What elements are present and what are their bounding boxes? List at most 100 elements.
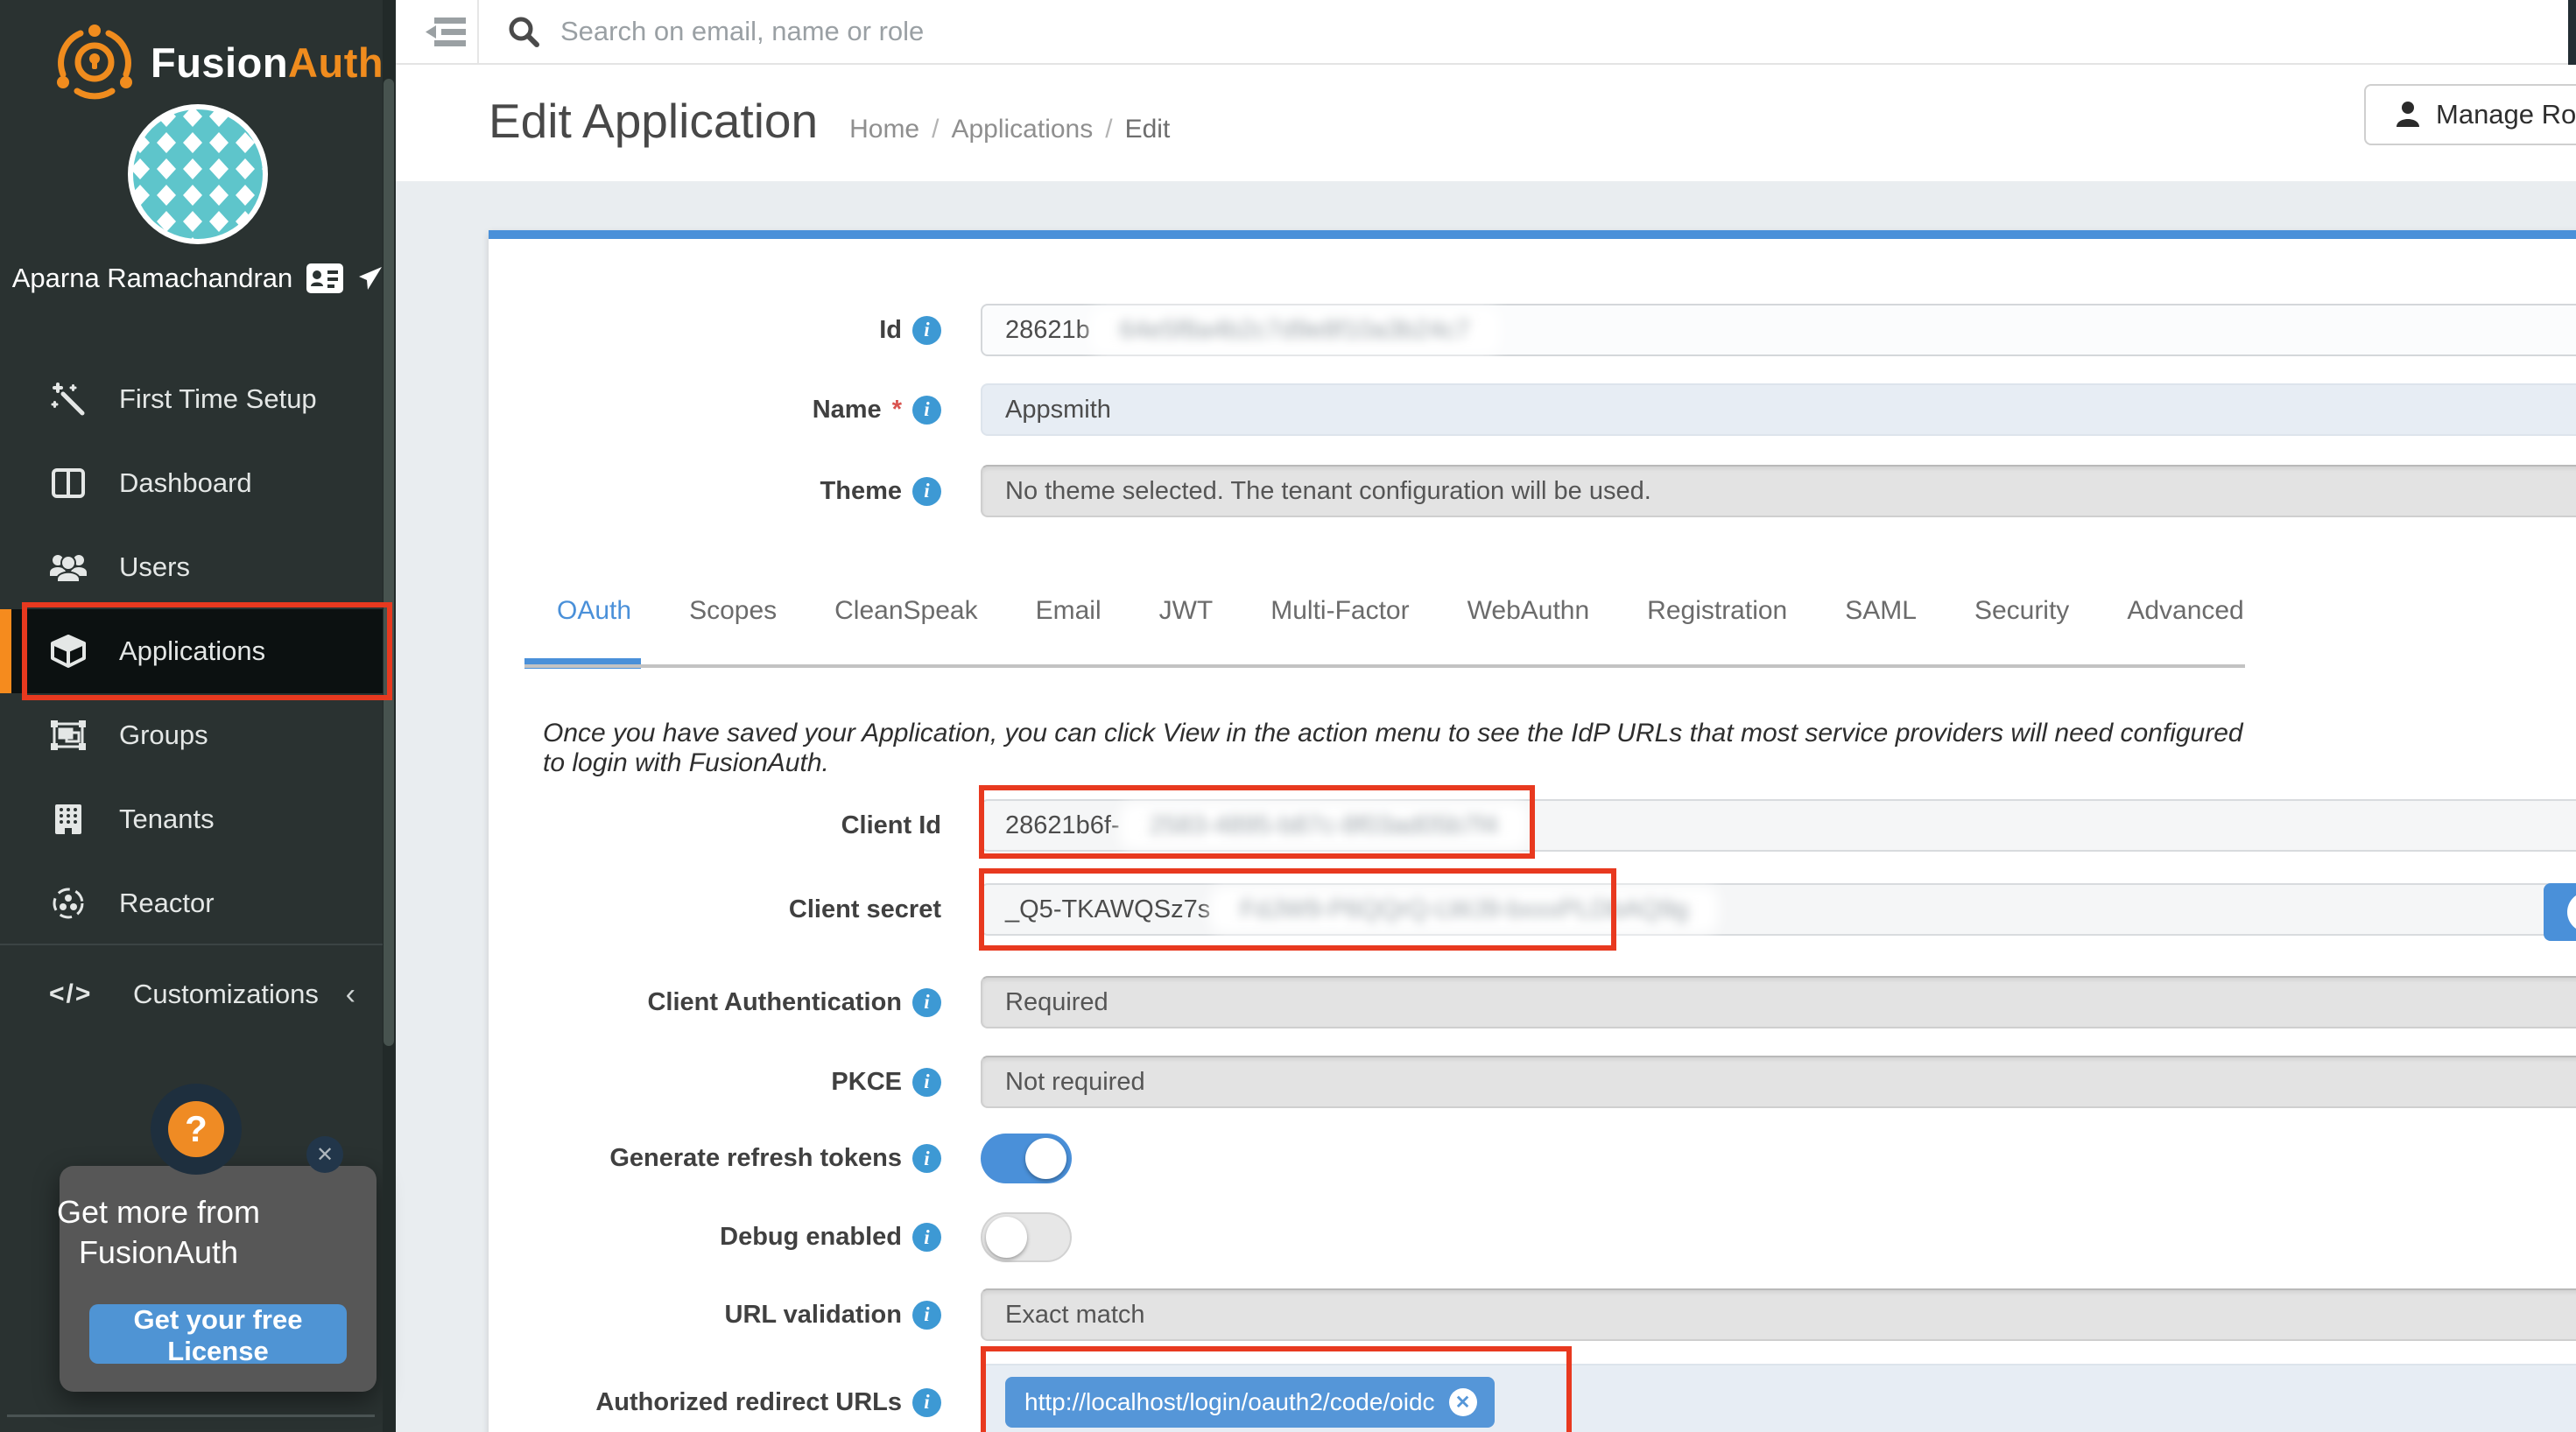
sidebar-item-label: Users bbox=[119, 551, 190, 583]
topbar bbox=[396, 0, 2576, 65]
application-form-card: Idi 28621b64e5f8a4b2c7d9e8f10a3b24c7 Nam… bbox=[489, 230, 2576, 1432]
redacted-text: FdJW9-P6QQrQ-LWJ9-bxxxPLDbAQ9g bbox=[1217, 894, 1711, 926]
info-icon[interactable]: i bbox=[912, 1223, 941, 1252]
code-icon: </> bbox=[49, 979, 102, 1009]
main-content: Idi 28621b64e5f8a4b2c7d9e8f10a3b24c7 Nam… bbox=[396, 181, 2576, 1432]
page-title: Edit Application bbox=[489, 93, 818, 149]
user-row: Aparna Ramachandran bbox=[0, 263, 396, 294]
sidebar-item-reactor[interactable]: Reactor bbox=[0, 861, 396, 945]
tenants-icon bbox=[49, 803, 88, 836]
oauth-note: Once you have saved your Application, yo… bbox=[543, 719, 2259, 778]
tab-email[interactable]: Email bbox=[1036, 596, 1101, 626]
tab-jwt[interactable]: JWT bbox=[1159, 596, 1214, 626]
sidebar: FusionAuth Aparna Ramachandran bbox=[0, 0, 396, 1432]
theme-select[interactable]: No theme selected. The tenant configurat… bbox=[981, 465, 2576, 517]
breadcrumb-applications[interactable]: Applications bbox=[951, 115, 1093, 144]
client-secret-row: Client secret _Q5-TKAWQSz7sFdJW9-P6QQrQ-… bbox=[489, 883, 2576, 936]
id-card-icon[interactable] bbox=[306, 263, 343, 293]
info-icon[interactable]: i bbox=[912, 477, 941, 506]
info-icon[interactable]: i bbox=[912, 1144, 941, 1173]
sidebar-divider bbox=[0, 944, 396, 945]
debug-enabled-label: Debug enabledi bbox=[489, 1223, 941, 1252]
screen: FusionAuth Aparna Ramachandran bbox=[0, 0, 2576, 1432]
info-icon[interactable]: i bbox=[912, 1068, 941, 1097]
person-icon bbox=[2396, 101, 2420, 129]
url-validation-select[interactable]: Exact match bbox=[981, 1288, 2576, 1341]
tab-saml[interactable]: SAML bbox=[1845, 596, 1917, 626]
help-question-icon: ? bbox=[151, 1084, 242, 1175]
debug-enabled-toggle[interactable] bbox=[981, 1212, 1072, 1262]
search-bar bbox=[508, 0, 1874, 63]
get-free-license-button[interactable]: Get your free License bbox=[89, 1304, 347, 1364]
promo-title: Get more from FusionAuth bbox=[0, 1192, 317, 1273]
sidebar-item-applications[interactable]: Applications bbox=[0, 609, 396, 693]
tab-cleanspeak[interactable]: CleanSpeak bbox=[834, 596, 977, 626]
sidebar-item-groups[interactable]: Groups bbox=[0, 693, 396, 777]
redacted-text: 64e5f8a4b2c7d9e8f10a3b24c7 bbox=[1097, 314, 1493, 347]
sidebar-item-dashboard[interactable]: Dashboard bbox=[0, 441, 396, 525]
generate-refresh-tokens-toggle[interactable] bbox=[981, 1134, 1072, 1183]
client-secret-field[interactable]: _Q5-TKAWQSz7sFdJW9-P6QQrQ-LWJ9-bxxxPLDbA… bbox=[981, 883, 2576, 936]
info-icon[interactable]: i bbox=[912, 1388, 941, 1417]
collapse-sidebar-icon[interactable] bbox=[420, 14, 469, 51]
redirect-url-chip: http://localhost/login/oauth2/code/oidc … bbox=[1005, 1377, 1495, 1428]
client-id-field[interactable]: 28621b6f-2583-4895-b87c-8f03ad05b7f4 bbox=[981, 799, 2576, 852]
debug-enabled-row: Debug enabledi bbox=[489, 1212, 2576, 1262]
search-icon bbox=[508, 16, 539, 47]
breadcrumb-home[interactable]: Home bbox=[849, 115, 919, 144]
url-validation-label: URL validationi bbox=[489, 1301, 941, 1330]
tab-oauth[interactable]: OAuth bbox=[557, 596, 631, 626]
regenerate-icon: ⇄ bbox=[2567, 892, 2576, 932]
name-label: Name*i bbox=[489, 396, 941, 425]
client-authentication-select[interactable]: Required bbox=[981, 976, 2576, 1028]
url-validation-row: URL validationi Exact match bbox=[489, 1288, 2576, 1341]
tab-scopes[interactable]: Scopes bbox=[689, 596, 777, 626]
name-input[interactable]: Appsmith bbox=[981, 383, 2576, 436]
sidebar-item-users[interactable]: Users bbox=[0, 525, 396, 609]
chevron-left-icon[interactable]: ‹ bbox=[346, 978, 355, 1012]
id-input[interactable]: 28621b64e5f8a4b2c7d9e8f10a3b24c7 bbox=[981, 304, 2576, 356]
page-header: Edit Application Home/Applications/Edit … bbox=[396, 67, 2576, 181]
info-icon[interactable]: i bbox=[912, 1301, 941, 1330]
tab-registration[interactable]: Registration bbox=[1647, 596, 1787, 626]
client-id-row: Client Id 28621b6f-2583-4895-b87c-8f03ad… bbox=[489, 799, 2576, 852]
user-name: Aparna Ramachandran bbox=[12, 263, 293, 294]
info-icon[interactable]: i bbox=[912, 396, 941, 425]
sidebar-item-label: Groups bbox=[119, 720, 208, 751]
pkce-row: PKCEi Not required bbox=[489, 1056, 2576, 1108]
location-arrow-icon[interactable] bbox=[357, 265, 384, 291]
promo-close-icon[interactable]: ✕ bbox=[306, 1136, 343, 1173]
sidebar-item-customizations[interactable]: </> Customizations ‹ bbox=[0, 952, 396, 1036]
sidebar-item-label: Tenants bbox=[119, 804, 215, 835]
sidebar-item-first-time-setup[interactable]: First Time Setup bbox=[0, 357, 396, 441]
regenerate-secret-button[interactable]: ⇄ bbox=[2544, 883, 2576, 941]
info-icon[interactable]: i bbox=[912, 988, 941, 1017]
authorized-redirect-urls-row: Authorized redirect URLsi http://localho… bbox=[489, 1364, 2576, 1432]
search-input[interactable] bbox=[560, 16, 1874, 47]
manage-roles-button[interactable]: Manage Roles bbox=[2364, 84, 2576, 145]
tab-advanced[interactable]: Advanced bbox=[2127, 596, 2243, 626]
generate-refresh-tokens-label: Generate refresh tokensi bbox=[489, 1144, 941, 1173]
avatar[interactable] bbox=[127, 103, 269, 245]
sidebar-scrollbar-thumb[interactable] bbox=[384, 79, 394, 1046]
generate-refresh-tokens-row: Generate refresh tokensi bbox=[489, 1134, 2576, 1183]
sidebar-item-tenants[interactable]: Tenants bbox=[0, 777, 396, 861]
sidebar-item-label: Reactor bbox=[119, 888, 215, 919]
pkce-select[interactable]: Not required bbox=[981, 1056, 2576, 1108]
sidebar-scrollbar-track[interactable] bbox=[383, 0, 396, 1432]
tab-security[interactable]: Security bbox=[1974, 596, 2069, 626]
authorized-redirect-urls-field[interactable]: http://localhost/login/oauth2/code/oidc … bbox=[981, 1364, 2576, 1432]
theme-row: Themei No theme selected. The tenant con… bbox=[489, 465, 2576, 517]
chip-remove-icon[interactable]: ✕ bbox=[1449, 1388, 1477, 1416]
groups-icon bbox=[49, 720, 88, 751]
name-row: Name*i Appsmith bbox=[489, 383, 2576, 436]
id-label: Idi bbox=[489, 316, 941, 345]
sidebar-item-label: Customizations bbox=[133, 979, 319, 1010]
client-authentication-row: Client Authenticationi Required bbox=[489, 976, 2576, 1028]
reactor-icon bbox=[49, 886, 88, 921]
client-authentication-label: Client Authenticationi bbox=[489, 988, 941, 1017]
tab-webauthn[interactable]: WebAuthn bbox=[1467, 596, 1590, 626]
tab-multi-factor[interactable]: Multi-Factor bbox=[1270, 596, 1409, 626]
info-icon[interactable]: i bbox=[912, 316, 941, 345]
breadcrumb: Home/Applications/Edit bbox=[849, 115, 1170, 144]
